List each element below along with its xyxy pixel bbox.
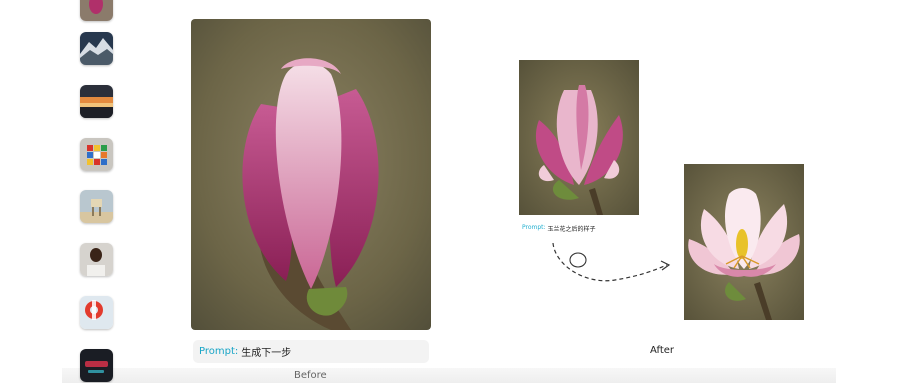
thumbnail-rubiks-cube[interactable] <box>80 138 113 171</box>
person-icon <box>80 243 113 276</box>
mountain-icon <box>80 32 113 65</box>
before-image <box>191 19 431 330</box>
bloomed-magnolia-icon <box>684 164 804 320</box>
magnolia-bud-icon <box>191 19 431 330</box>
cube-icon <box>80 138 113 171</box>
dashed-arrow-icon <box>552 242 671 282</box>
after-prompt-text: 玉兰花之后的样子 <box>547 226 596 233</box>
thumbnail-lifebuoy[interactable] <box>80 296 113 329</box>
half-open-magnolia-icon <box>519 60 639 215</box>
thumbnail-lifeguard-tower[interactable] <box>80 190 113 223</box>
bottom-bar <box>62 368 836 383</box>
neon-icon <box>80 349 113 382</box>
after-prompt-label: Prompt: <box>522 224 546 231</box>
flower-icon <box>80 0 113 21</box>
thumbnail-magenta-flower[interactable] <box>80 0 113 21</box>
before-prompt-text: 生成下一步 <box>241 348 292 359</box>
before-caption: Before <box>294 370 327 381</box>
thumbnail-woman-portrait[interactable] <box>80 243 113 276</box>
after-input-image <box>519 60 639 215</box>
after-caption: After <box>650 345 675 356</box>
lifebuoy-icon <box>80 296 113 329</box>
sunset-icon <box>80 85 113 118</box>
thumbnail-mountain[interactable] <box>80 32 113 65</box>
after-image <box>684 164 804 320</box>
before-prompt-box[interactable]: Prompt: 生成下一步 <box>193 340 429 363</box>
thumbnail-neon-sign[interactable] <box>80 349 113 382</box>
tower-icon <box>80 190 113 223</box>
after-prompt: Prompt: 玉兰花之后的样子 <box>522 224 596 233</box>
thumbnail-sunset[interactable] <box>80 85 113 118</box>
before-prompt-label: Prompt: <box>199 346 239 357</box>
